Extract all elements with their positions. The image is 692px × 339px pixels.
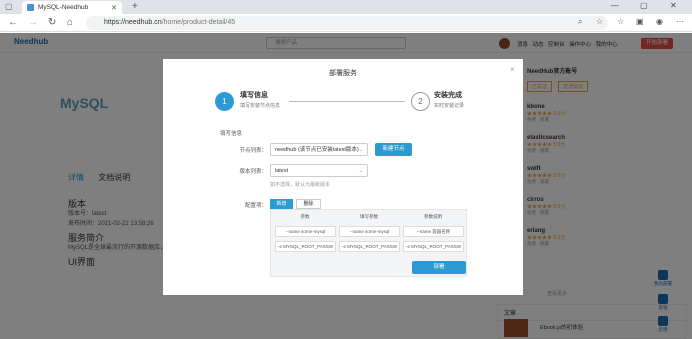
address-bar[interactable]: https://needhub.cn/home/product-detail/4… bbox=[86, 16, 608, 30]
minimize-icon[interactable]: — bbox=[611, 1, 619, 10]
section-label: 填写信息 bbox=[220, 131, 243, 137]
url-domain: https://needhub.cn bbox=[104, 19, 162, 26]
version-select[interactable]: latest ⌄ bbox=[270, 164, 368, 177]
back-icon[interactable]: ← bbox=[8, 17, 18, 28]
step-divider bbox=[289, 101, 405, 102]
config-label: 配置项： bbox=[244, 203, 267, 209]
node-select-value: needhub (该节点已安装latest版本) bbox=[275, 147, 359, 153]
maximize-icon[interactable]: ▢ bbox=[640, 1, 648, 10]
add-row-button[interactable]: 新增 bbox=[270, 199, 293, 209]
version-label: 版本列表： bbox=[239, 169, 267, 175]
table-cell: --name 容器名称 bbox=[403, 226, 464, 237]
forward-icon[interactable]: → bbox=[28, 17, 38, 28]
favorite-star-icon[interactable]: ☆ bbox=[596, 17, 603, 26]
param-input[interactable]: --name some-mysql bbox=[339, 226, 400, 237]
collections-icon[interactable]: ▣ bbox=[636, 17, 644, 26]
table-cell: --name some-mysql bbox=[275, 226, 336, 237]
step1-desc: 填写安装节点信息 bbox=[240, 103, 281, 109]
step2-desc: 实时安装记录 bbox=[434, 103, 465, 109]
step2-indicator: 2 bbox=[411, 92, 430, 111]
param-input[interactable]: -e MYSQL_ROOT_PASSW bbox=[339, 241, 400, 252]
zoom-icon[interactable]: ⌕ bbox=[578, 17, 582, 27]
table-header: 参数说明 bbox=[424, 214, 442, 219]
delete-row-button[interactable]: 删除 bbox=[296, 199, 321, 209]
table-header: 参数 bbox=[300, 214, 310, 219]
chevron-down-icon: ⌄ bbox=[358, 168, 363, 174]
chevron-down-icon: ⌄ bbox=[358, 147, 363, 153]
browser-tab[interactable]: MySQL-Needhub ✕ bbox=[22, 1, 122, 14]
node-select[interactable]: needhub (该节点已安装latest版本) ⌄ bbox=[270, 143, 368, 156]
table-header: 填写参数 bbox=[360, 214, 378, 219]
node-label: 节点列表： bbox=[239, 148, 267, 154]
modal-title: 部署服务 bbox=[329, 70, 357, 77]
close-tab-icon[interactable]: ✕ bbox=[111, 4, 117, 12]
refresh-icon[interactable]: ↻ bbox=[48, 17, 56, 28]
new-node-button[interactable]: 新建节点 bbox=[375, 143, 412, 156]
new-tab-icon[interactable]: + bbox=[132, 1, 138, 12]
deploy-modal: 部署服务 × 1 填写信息 填写安装节点信息 2 安装完成 实时安装记录 填写信… bbox=[163, 59, 523, 295]
step1-title: 填写信息 bbox=[240, 92, 268, 99]
close-icon[interactable]: × bbox=[510, 65, 515, 74]
step2-title: 安装完成 bbox=[434, 92, 462, 99]
url-path: /home/product-detail/45 bbox=[161, 19, 236, 26]
table-cell: -e MYSQL_ROOT_PASSW bbox=[403, 241, 464, 252]
home-icon[interactable]: ⌂ bbox=[67, 17, 73, 28]
deploy-button[interactable]: 部署 bbox=[412, 261, 466, 274]
tab-title: MySQL-Needhub bbox=[38, 4, 89, 11]
profile-icon[interactable]: ◉ bbox=[656, 17, 663, 26]
more-icon[interactable]: ⋯ bbox=[676, 17, 684, 26]
favicon-icon bbox=[27, 4, 34, 11]
table-cell: -e MYSQL_ROOT_PASSW bbox=[275, 241, 336, 252]
tab-actions-icon[interactable]: ▢ bbox=[5, 2, 13, 11]
favorites-icon[interactable]: ☆ bbox=[617, 17, 624, 26]
window-close-icon[interactable]: ✕ bbox=[670, 1, 677, 10]
step1-indicator: 1 bbox=[215, 92, 234, 111]
version-hint: 如不选择，默认为最新版本 bbox=[270, 182, 331, 188]
version-select-value: latest bbox=[275, 168, 289, 174]
